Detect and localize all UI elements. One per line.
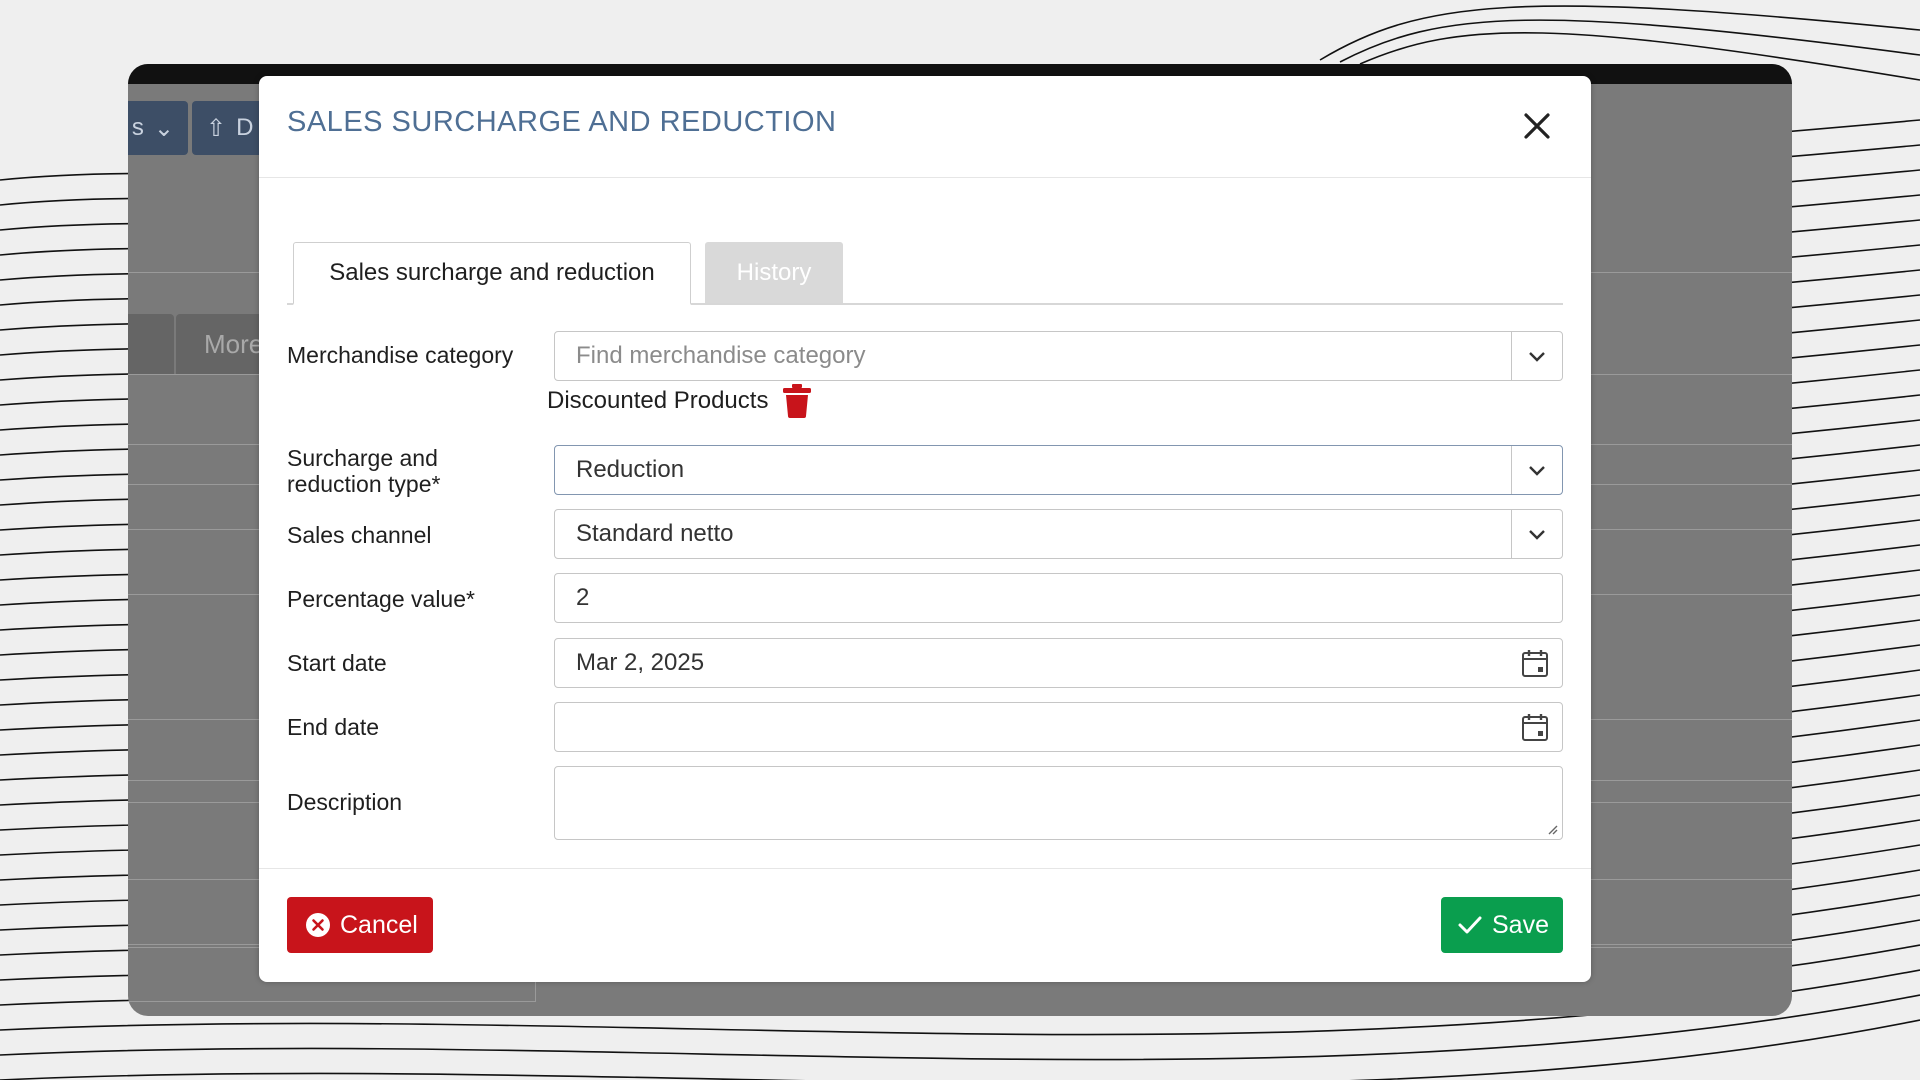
app-toolbar-button-label: s [131,114,144,141]
divider [1511,446,1512,494]
surcharge-type-value: Reduction [576,456,685,483]
start-date-value: Mar 2, 2025 [576,649,705,676]
app-tab-more-label: More [204,328,264,359]
tab-sales-surcharge[interactable]: Sales surcharge and reduction [293,242,691,305]
app-toolbar-button: s ⌄ [128,101,188,155]
calendar-icon[interactable] [1521,648,1549,678]
tab-history-label: History [736,258,812,286]
chevron-down-icon: ⌄ [153,114,174,142]
surcharge-type-label-line2: reduction type* [287,471,441,497]
app-upload-button-label: D [236,114,254,141]
resize-grip-icon[interactable] [1546,823,1558,835]
surcharge-dialog: SALES SURCHARGE AND REDUCTION Sales surc… [259,76,1591,982]
surcharge-type-label: Surcharge and reduction type* [287,445,440,497]
percentage-value-text: 2 [576,584,590,611]
divider [1511,510,1512,558]
surcharge-type-select[interactable]: Reduction [554,445,1563,495]
selected-category-chip: Discounted Products [547,384,812,418]
cancel-button-label: Cancel [340,910,418,939]
percentage-value-label: Percentage value* [287,586,475,612]
chevron-down-icon[interactable] [1527,526,1547,544]
upload-icon: ⇧ [206,114,227,142]
divider [1511,332,1512,380]
save-button-label: Save [1492,910,1549,939]
start-date-label: Start date [287,650,387,676]
merchandise-category-label: Merchandise category [287,342,514,368]
percentage-value-input[interactable]: 2 [554,573,1563,623]
sales-channel-value: Standard netto [576,520,734,547]
calendar-icon[interactable] [1521,712,1549,742]
save-button[interactable]: Save [1441,897,1563,953]
chevron-down-icon[interactable] [1527,348,1547,366]
end-date-input[interactable] [554,702,1563,752]
check-icon [1458,916,1482,934]
divider [259,868,1591,869]
start-date-input[interactable]: Mar 2, 2025 [554,638,1563,688]
trash-icon[interactable] [782,384,812,418]
dialog-tabs: Sales surcharge and reduction History [287,242,1563,305]
description-textarea[interactable] [554,766,1563,840]
chevron-down-icon[interactable] [1527,462,1547,480]
app-tab [128,314,174,374]
sales-channel-select[interactable]: Standard netto [554,509,1563,559]
tab-sales-surcharge-label: Sales surcharge and reduction [329,259,655,286]
description-label: Description [287,789,403,815]
sales-channel-label: Sales channel [287,522,432,548]
dialog-title: SALES SURCHARGE AND REDUCTION [287,106,837,138]
close-icon[interactable] [1521,110,1553,142]
selected-category-label: Discounted Products [547,387,769,414]
surcharge-type-label-line1: Surcharge and [287,445,438,471]
cancel-button[interactable]: Cancel [287,897,433,953]
end-date-label: End date [287,714,380,740]
merchandise-category-select[interactable]: Find merchandise category [554,331,1563,381]
tab-history[interactable]: History [705,242,843,303]
times-circle-icon [306,913,330,937]
dialog-header: SALES SURCHARGE AND REDUCTION [259,76,1591,178]
merchandise-category-placeholder: Find merchandise category [576,342,866,369]
